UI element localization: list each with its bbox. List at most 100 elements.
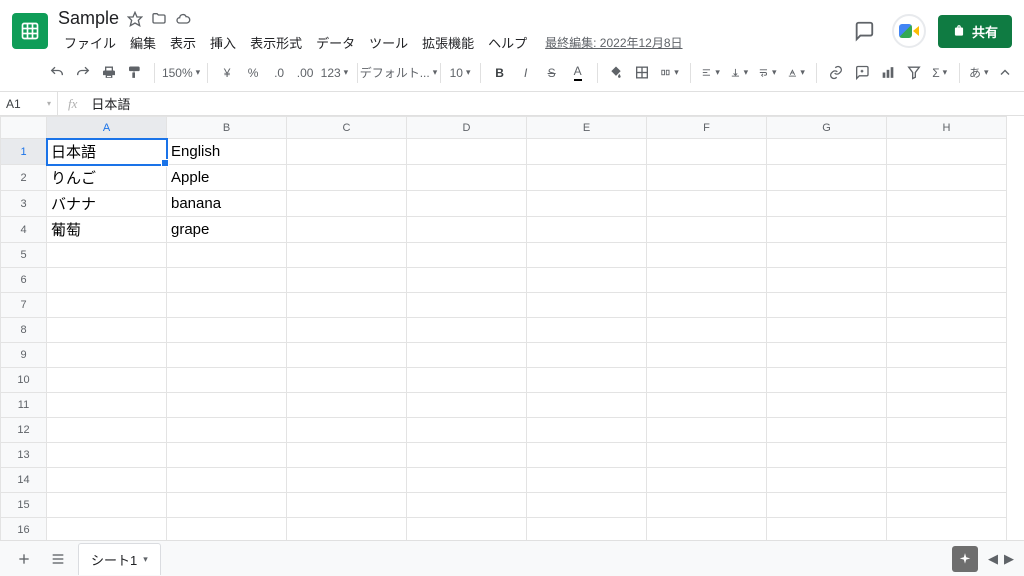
scroll-right-icon[interactable]: ▶ (1004, 551, 1014, 567)
cell[interactable] (767, 165, 887, 191)
column-header[interactable]: D (407, 117, 527, 139)
row-header[interactable]: 1 (1, 139, 47, 165)
fill-color-button[interactable] (605, 60, 627, 85)
cell[interactable] (167, 468, 287, 493)
cell[interactable] (647, 191, 767, 217)
cell[interactable] (647, 518, 767, 543)
cell[interactable] (527, 293, 647, 318)
menu-tools[interactable]: ツール (363, 31, 414, 54)
cell[interactable] (887, 393, 1007, 418)
cell[interactable] (527, 268, 647, 293)
cell[interactable] (647, 293, 767, 318)
cell[interactable] (47, 418, 167, 443)
borders-button[interactable] (631, 60, 653, 85)
cell[interactable] (647, 318, 767, 343)
cell[interactable] (407, 139, 527, 165)
cell[interactable] (287, 468, 407, 493)
column-header[interactable]: F (647, 117, 767, 139)
row-header[interactable]: 5 (1, 243, 47, 268)
menu-format[interactable]: 表示形式 (244, 31, 308, 54)
cell[interactable] (407, 343, 527, 368)
cell[interactable] (47, 368, 167, 393)
cell[interactable] (887, 243, 1007, 268)
row-header[interactable]: 3 (1, 191, 47, 217)
filter-icon[interactable] (903, 60, 925, 85)
cell[interactable] (47, 318, 167, 343)
cell[interactable] (47, 468, 167, 493)
cell[interactable]: banana (167, 191, 287, 217)
italic-button[interactable]: I (515, 62, 537, 84)
spreadsheet-grid[interactable]: A B C D E F G H 1日本語English2りんごApple3バナナ… (0, 116, 1007, 542)
cell[interactable] (767, 393, 887, 418)
share-button[interactable]: 共有 (938, 15, 1012, 48)
print-icon[interactable] (98, 60, 120, 85)
all-sheets-icon[interactable] (44, 545, 72, 573)
cell[interactable] (407, 165, 527, 191)
insert-link-icon[interactable] (825, 60, 847, 85)
cell[interactable] (407, 493, 527, 518)
sheet-tab[interactable]: シート1 (78, 543, 161, 575)
cell[interactable] (527, 393, 647, 418)
column-header[interactable]: H (887, 117, 1007, 139)
cell[interactable] (887, 293, 1007, 318)
cell[interactable]: 日本語 (47, 139, 167, 165)
font-select[interactable]: デフォルト... (365, 62, 431, 83)
scroll-left-icon[interactable]: ◀ (988, 551, 998, 567)
name-box[interactable]: A1 (0, 92, 58, 115)
cell[interactable]: grape (167, 217, 287, 243)
merge-button[interactable] (657, 60, 681, 85)
row-header[interactable]: 8 (1, 318, 47, 343)
cell[interactable] (527, 468, 647, 493)
row-header[interactable]: 7 (1, 293, 47, 318)
cell[interactable] (167, 418, 287, 443)
row-header[interactable]: 2 (1, 165, 47, 191)
cell[interactable] (167, 393, 287, 418)
cell[interactable] (887, 368, 1007, 393)
row-header[interactable]: 6 (1, 268, 47, 293)
cell[interactable] (767, 343, 887, 368)
cell[interactable] (407, 293, 527, 318)
cell[interactable] (767, 518, 887, 543)
cell[interactable] (647, 165, 767, 191)
cell[interactable] (47, 518, 167, 543)
cell[interactable] (407, 368, 527, 393)
app-logo[interactable] (12, 13, 48, 49)
vertical-align-button[interactable] (727, 60, 751, 85)
cell[interactable] (167, 493, 287, 518)
cell[interactable] (767, 293, 887, 318)
cell[interactable] (47, 293, 167, 318)
move-folder-icon[interactable] (151, 11, 167, 27)
text-wrap-button[interactable] (755, 60, 779, 85)
menu-file[interactable]: ファイル (58, 31, 122, 54)
cell[interactable] (767, 418, 887, 443)
cell[interactable] (887, 318, 1007, 343)
cell[interactable] (887, 139, 1007, 165)
horizontal-scroll[interactable]: ◀▶ (988, 551, 1014, 567)
row-header[interactable]: 11 (1, 393, 47, 418)
cell[interactable] (647, 443, 767, 468)
comments-icon[interactable] (848, 15, 880, 47)
cell[interactable] (647, 368, 767, 393)
cell[interactable] (287, 393, 407, 418)
cell[interactable] (407, 243, 527, 268)
cell[interactable] (407, 418, 527, 443)
cell[interactable] (287, 217, 407, 243)
cell[interactable] (887, 191, 1007, 217)
cell[interactable] (647, 393, 767, 418)
increase-decimal-button[interactable]: .00 (294, 64, 316, 82)
cell[interactable] (887, 217, 1007, 243)
column-header[interactable]: G (767, 117, 887, 139)
functions-icon[interactable]: Σ (929, 62, 951, 84)
column-header[interactable]: A (47, 117, 167, 139)
column-header[interactable]: C (287, 117, 407, 139)
cell[interactable] (767, 139, 887, 165)
cell[interactable] (287, 243, 407, 268)
paint-format-icon[interactable] (124, 60, 146, 85)
cell[interactable] (647, 468, 767, 493)
decrease-decimal-button[interactable]: .0 (268, 64, 290, 82)
row-header[interactable]: 9 (1, 343, 47, 368)
cell[interactable] (287, 518, 407, 543)
menu-extensions[interactable]: 拡張機能 (416, 31, 480, 54)
strikethrough-button[interactable]: S (541, 62, 563, 84)
cell[interactable] (647, 217, 767, 243)
